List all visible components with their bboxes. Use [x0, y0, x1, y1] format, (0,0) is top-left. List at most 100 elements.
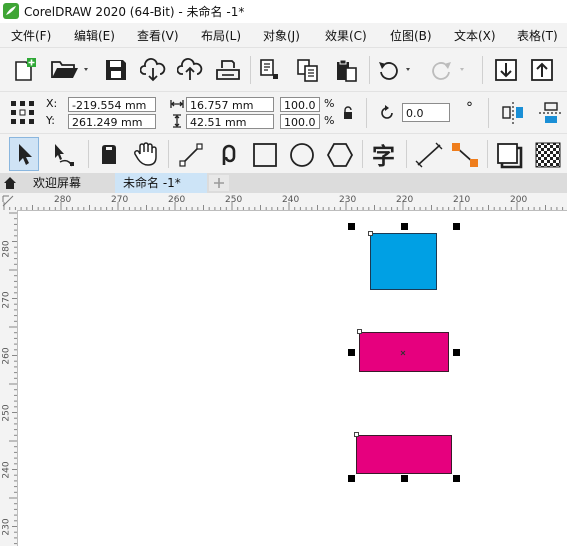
- paste-icon[interactable]: [296, 58, 322, 84]
- menu-layout[interactable]: 布局(L): [201, 27, 241, 44]
- percent-label-y: %: [324, 114, 335, 127]
- toolbar-separator: [362, 140, 363, 168]
- export-icon[interactable]: [530, 58, 554, 82]
- toolbar-separator: [250, 56, 251, 84]
- connector-tool-icon[interactable]: [451, 142, 479, 168]
- selection-handle[interactable]: [453, 475, 460, 482]
- selection-handle[interactable]: [401, 223, 408, 230]
- artistic-media-icon[interactable]: [216, 141, 242, 169]
- x-position-field[interactable]: -219.554 mm: [68, 97, 156, 112]
- tab-welcome-screen[interactable]: 欢迎屏幕: [25, 173, 115, 193]
- save-icon[interactable]: [104, 58, 128, 82]
- node-marker: [357, 329, 362, 334]
- toolbar-separator: [482, 56, 483, 84]
- drop-shadow-icon[interactable]: [496, 142, 524, 170]
- rotation-field[interactable]: 0.0: [402, 103, 450, 122]
- title-bar: CorelDRAW 2020 (64-Bit) - 未命名 -1*: [0, 0, 567, 22]
- selection-handle[interactable]: [453, 349, 460, 356]
- menu-text[interactable]: 文本(X): [454, 27, 496, 44]
- ruler-origin-icon[interactable]: [1, 194, 15, 208]
- vertical-ruler[interactable]: 280 270 260 250 240 230: [0, 210, 18, 546]
- menu-bar: 文件(F) 编辑(E) 查看(V) 布局(L) 对象(J) 效果(C) 位图(B…: [0, 23, 567, 47]
- clipboard-icon[interactable]: [334, 58, 360, 84]
- magenta-rectangle-bottom[interactable]: [356, 435, 452, 474]
- scale-x-field[interactable]: 100.0: [280, 97, 320, 112]
- add-tab-button[interactable]: [209, 175, 229, 191]
- freehand-tool-icon[interactable]: [178, 142, 204, 168]
- menu-view[interactable]: 查看(V): [137, 27, 179, 44]
- mirror-horizontal-icon[interactable]: [500, 101, 526, 125]
- center-x-marker: [400, 350, 406, 356]
- print-icon[interactable]: [215, 58, 241, 82]
- undo-icon[interactable]: [376, 58, 416, 82]
- menu-bitmaps[interactable]: 位图(B): [390, 27, 432, 44]
- blue-rectangle[interactable]: [370, 233, 437, 290]
- redo-icon[interactable]: [430, 58, 470, 82]
- horizontal-ruler[interactable]: 280 270 260 250 240 230 220 210 200: [0, 193, 567, 211]
- menu-effects[interactable]: 效果(C): [325, 27, 367, 44]
- h-ruler-label-260: 260: [168, 195, 186, 205]
- h-ruler-label-280: 280: [54, 195, 72, 205]
- cloud-upload-icon[interactable]: [177, 58, 203, 82]
- polygon-tool-icon[interactable]: [326, 142, 354, 168]
- cloud-download-icon[interactable]: [140, 58, 166, 82]
- menu-edit[interactable]: 编辑(E): [74, 27, 115, 44]
- selection-handle[interactable]: [348, 475, 355, 482]
- toolbox: 字: [0, 133, 567, 174]
- toolbar-separator: [406, 140, 407, 168]
- object-origin-icon[interactable]: [10, 100, 36, 126]
- menu-object[interactable]: 对象(J): [263, 27, 300, 44]
- crop-tool-icon[interactable]: [98, 142, 120, 168]
- copy-icon[interactable]: [258, 58, 284, 84]
- h-ruler-label-210: 210: [453, 195, 471, 205]
- import-icon[interactable]: [494, 58, 518, 82]
- node-marker: [368, 231, 373, 236]
- y-position-field[interactable]: 261.249 mm: [68, 114, 156, 129]
- open-folder-icon[interactable]: [50, 58, 92, 82]
- menu-table[interactable]: 表格(T): [517, 27, 558, 44]
- shape-tool-icon[interactable]: [50, 142, 78, 168]
- width-icon: [170, 100, 184, 108]
- toolbar-separator: [488, 98, 489, 128]
- drawing-canvas[interactable]: [18, 211, 567, 546]
- v-ruler-label-240: 240: [1, 461, 12, 479]
- y-label: Y:: [46, 114, 55, 127]
- lock-ratio-icon[interactable]: [342, 106, 354, 120]
- svg-text:字: 字: [372, 143, 395, 169]
- add-tab-icon: [214, 178, 224, 188]
- rotate-icon: [381, 105, 393, 119]
- toolbar-separator: [487, 140, 488, 168]
- h-ruler-label-250: 250: [225, 195, 243, 205]
- new-document-icon[interactable]: [12, 57, 38, 83]
- selection-handle[interactable]: [453, 223, 460, 230]
- scale-y-field[interactable]: 100.0: [280, 114, 320, 129]
- percent-label-x: %: [324, 97, 335, 110]
- mirror-vertical-icon[interactable]: [538, 101, 564, 125]
- h-ruler-label-220: 220: [396, 195, 414, 205]
- transparency-tool-icon[interactable]: [535, 142, 561, 168]
- tab-untitled-document[interactable]: 未命名 -1*: [115, 173, 207, 193]
- text-tool-icon[interactable]: 字: [370, 141, 398, 169]
- ellipse-tool-icon[interactable]: [289, 142, 315, 168]
- h-ruler-label-200: 200: [510, 195, 528, 205]
- menu-file[interactable]: 文件(F): [11, 27, 51, 44]
- home-icon[interactable]: [3, 176, 17, 190]
- window-title: CorelDRAW 2020 (64-Bit) - 未命名 -1*: [24, 5, 245, 19]
- pick-tool-icon[interactable]: [14, 142, 36, 168]
- selection-handle[interactable]: [348, 223, 355, 230]
- height-field[interactable]: 42.51 mm: [186, 114, 274, 129]
- selection-handle[interactable]: [401, 475, 408, 482]
- toolbar-separator: [366, 98, 367, 128]
- toolbar-separator: [369, 56, 370, 84]
- rectangle-tool-icon[interactable]: [252, 142, 278, 168]
- pan-tool-icon[interactable]: [132, 140, 160, 168]
- v-ruler-label-230: 230: [1, 518, 12, 536]
- parallel-dimension-icon[interactable]: [415, 142, 443, 168]
- tab-welcome-label: 欢迎屏幕: [33, 176, 82, 190]
- document-tab-bar: 欢迎屏幕 未命名 -1*: [0, 173, 567, 193]
- node-marker: [354, 432, 359, 437]
- v-ruler-label-250: 250: [1, 404, 12, 422]
- selection-handle[interactable]: [348, 349, 355, 356]
- v-ruler-label-280: 280: [1, 240, 12, 258]
- width-field[interactable]: 16.757 mm: [186, 97, 274, 112]
